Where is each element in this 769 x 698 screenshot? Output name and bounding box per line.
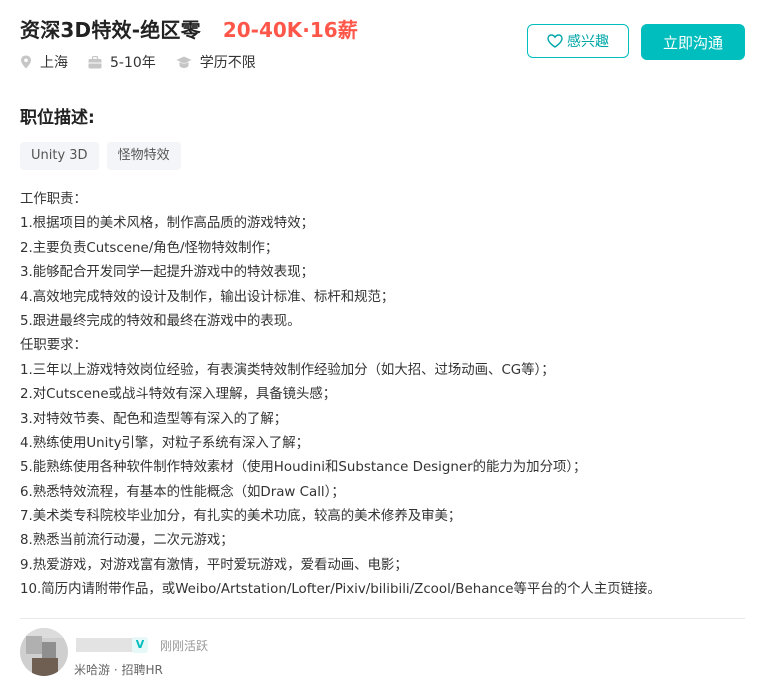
desc-line: 4.高效地完成特效的设计及制作，输出设计标准、标杆和规范；: [20, 289, 395, 305]
desc-line: 1.三年以上游戏特效岗位经验，有表演类特效制作经验加分（如大招、过场动画、CG等…: [20, 362, 555, 378]
skill-tags: Unity 3D 怪物特效: [20, 142, 189, 170]
desc-line: 5.跟进最终完成的特效和最终在游戏中的表现。: [20, 313, 301, 329]
desc-line: 1.根据项目的美术风格，制作高品质的游戏特效；: [20, 216, 314, 232]
verified-badge-icon: V: [132, 637, 148, 653]
job-meta: 上海 5-10年 学历不限: [20, 52, 276, 72]
location-text: 上海: [40, 55, 68, 71]
meta-experience: 5-10年: [88, 52, 156, 72]
interest-label: 感兴趣: [567, 34, 609, 50]
desc-line: 7.美术类专科院校毕业加分，有扎实的美术功底，较高的美术修养及审美；: [20, 509, 462, 525]
desc-heading: 任职要求：: [20, 338, 87, 354]
hr-name-blurred: [76, 638, 140, 652]
desc-line: 2.对Cutscene或战斗特效有深入理解，具备镜头感；: [20, 387, 337, 403]
chat-now-button[interactable]: 立即沟通: [641, 24, 745, 60]
heart-icon: [547, 34, 563, 48]
hr-company-role: 米哈游 · 招聘HR: [74, 663, 163, 677]
desc-line: 9.热爱游戏，对游戏富有激情，平时爱玩游戏，爱看动画、电影；: [20, 557, 408, 573]
location-pin-icon: [21, 55, 31, 69]
section-title: 职位描述:: [20, 108, 95, 128]
desc-line: 3.对特效节奏、配色和造型等有深入的了解；: [20, 411, 288, 427]
desc-heading: 工作职责：: [20, 192, 87, 207]
briefcase-icon: [88, 55, 102, 68]
skill-tag: 怪物特效: [106, 142, 181, 170]
meta-location: 上海: [20, 52, 68, 72]
experience-text: 5-10年: [110, 55, 156, 71]
desc-line: 3.能够配合开发同学一起提升游戏中的特效表现；: [20, 265, 314, 281]
graduation-cap-icon: [176, 56, 192, 68]
education-text: 学历不限: [199, 55, 256, 71]
desc-line: 2.主要负责Cutscene/角色/怪物特效制作；: [20, 240, 279, 256]
title-row: 资深3D特效-绝区零 20-40K·16薪: [20, 14, 358, 43]
job-description: 工作职责： 1.根据项目的美术风格，制作高品质的游戏特效； 2.主要负责Cuts…: [20, 188, 661, 603]
avatar[interactable]: [20, 628, 68, 676]
desc-line: 10.简历内请附带作品，或Weibo/Artstation/Lofter/Pix…: [20, 582, 661, 598]
divider: [20, 618, 745, 619]
desc-line: 8.熟悉当前流行动漫，二次元游戏；: [20, 533, 234, 549]
interest-button[interactable]: 感兴趣: [527, 24, 629, 58]
skill-tag: Unity 3D: [20, 142, 99, 170]
desc-line: 4.熟练使用Unity引擎，对粒子系统有深入了解；: [20, 435, 309, 451]
active-status: 刚刚活跃: [160, 639, 209, 653]
job-header: 资深3D特效-绝区零 20-40K·16薪 上海 5-10年 学历不限 感兴趣 …: [20, 8, 745, 88]
job-title: 资深3D特效-绝区零: [20, 18, 201, 42]
meta-education: 学历不限: [176, 52, 256, 72]
desc-line: 6.熟悉特效流程，有基本的性能概念（如Draw Call）；: [20, 484, 345, 500]
desc-line: 5.能熟练使用各种软件制作特效素材（使用Houdini和Substance De…: [20, 460, 587, 476]
salary: 20-40K·16薪: [222, 18, 358, 42]
